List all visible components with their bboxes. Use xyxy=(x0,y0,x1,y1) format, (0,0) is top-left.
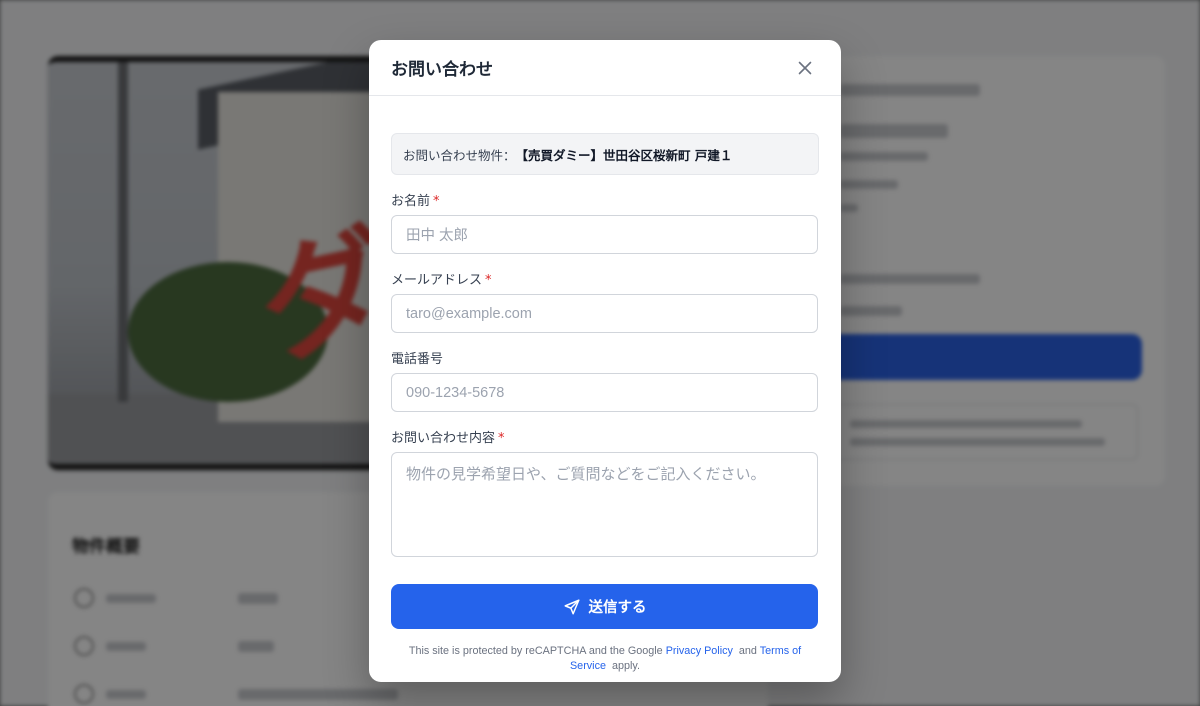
modal-title: お問い合わせ xyxy=(391,60,493,80)
property-prefix: お問い合わせ物件： xyxy=(403,147,516,163)
message-label: お問い合わせ内容 * xyxy=(391,431,505,446)
name-input[interactable]: 田中 太郎 xyxy=(391,215,818,254)
name-field: お名前 * 田中 太郎 xyxy=(391,190,819,254)
close-icon xyxy=(798,61,812,74)
message-field: お問い合わせ内容 * 物件の見学希望日や、ご質問などをご記入ください。 xyxy=(391,427,819,557)
email-input[interactable]: taro@example.com xyxy=(391,294,818,333)
contact-modal: お問い合わせ お問い合わせ物件： 【売買ダミー】世田谷区桜新町 戸建１ お名前 *… xyxy=(369,40,841,682)
close-button[interactable] xyxy=(791,54,819,82)
required-mark: * xyxy=(485,273,492,288)
property-info-box: お問い合わせ物件： 【売買ダミー】世田谷区桜新町 戸建１ xyxy=(391,133,819,175)
email-field: メールアドレス * taro@example.com xyxy=(391,269,819,333)
recaptcha-notice: This site is protected by reCAPTCHA and … xyxy=(408,645,802,672)
submit-button[interactable]: 送信する xyxy=(391,584,818,629)
submit-label: 送信する xyxy=(588,600,647,616)
required-mark: * xyxy=(433,194,440,209)
phone-input[interactable]: 090-1234-5678 xyxy=(391,373,818,412)
email-label: メールアドレス * xyxy=(391,273,492,288)
message-textarea[interactable]: 物件の見学希望日や、ご質問などをご記入ください。 xyxy=(391,452,818,557)
name-label: お名前 * xyxy=(391,194,440,209)
property-name: 【売買ダミー】世田谷区桜新町 戸建１ xyxy=(515,147,733,163)
send-icon xyxy=(564,599,579,614)
modal-header: お問い合わせ xyxy=(369,40,841,96)
required-mark: * xyxy=(498,431,505,446)
phone-field: 電話番号 090-1234-5678 xyxy=(391,348,819,412)
privacy-policy-link[interactable]: Privacy Policy xyxy=(666,645,733,657)
phone-label: 電話番号 xyxy=(391,352,444,367)
